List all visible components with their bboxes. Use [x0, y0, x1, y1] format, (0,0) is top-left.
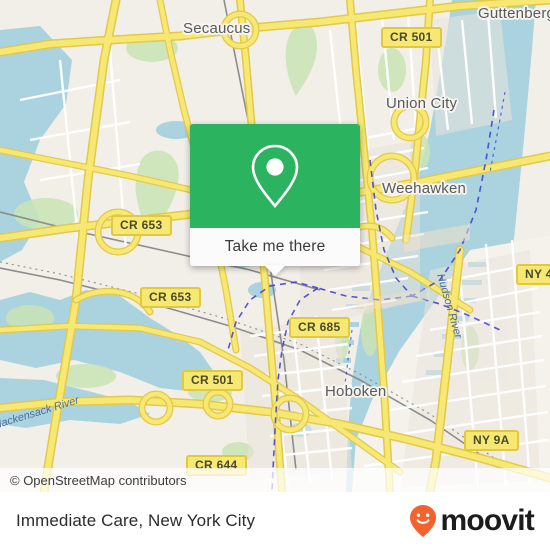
popup-action-bar[interactable]: Take me there [190, 228, 360, 276]
route-shield-cr-685: CR 685 [289, 317, 350, 338]
place-title: Immediate Care, New York City [16, 511, 256, 530]
route-shield-cr-653-upper: CR 653 [111, 215, 172, 236]
moovit-brand-logo[interactable]: moovit [408, 504, 535, 538]
bottom-bar: Immediate Care, New York City moovit [0, 492, 550, 550]
route-shield-cr-501-north: CR 501 [381, 27, 442, 48]
moovit-smiley-pin-icon [410, 505, 437, 537]
map-attribution: © OpenStreetMap contributors [0, 468, 550, 492]
location-popup-card[interactable]: Take me there [190, 124, 360, 276]
map-canvas[interactable]: Secaucus Guttenberg Union City Weehawken… [0, 0, 550, 492]
route-shield-cr-653-lower: CR 653 [140, 287, 201, 308]
moovit-map-page: Secaucus Guttenberg Union City Weehawken… [0, 0, 550, 550]
attribution-text: © OpenStreetMap contributors [10, 472, 187, 488]
moovit-wordmark: moovit [440, 504, 534, 537]
route-shield-ny-9a: NY 9A [464, 430, 519, 451]
popup-pointer-tail [264, 265, 286, 276]
route-shield-cr-501-south: CR 501 [182, 370, 243, 391]
popup-header [190, 124, 360, 228]
route-shield-ny-495: NY 495 [516, 264, 550, 285]
map-pin-icon [251, 144, 299, 209]
take-me-there-label: Take me there [224, 238, 326, 255]
